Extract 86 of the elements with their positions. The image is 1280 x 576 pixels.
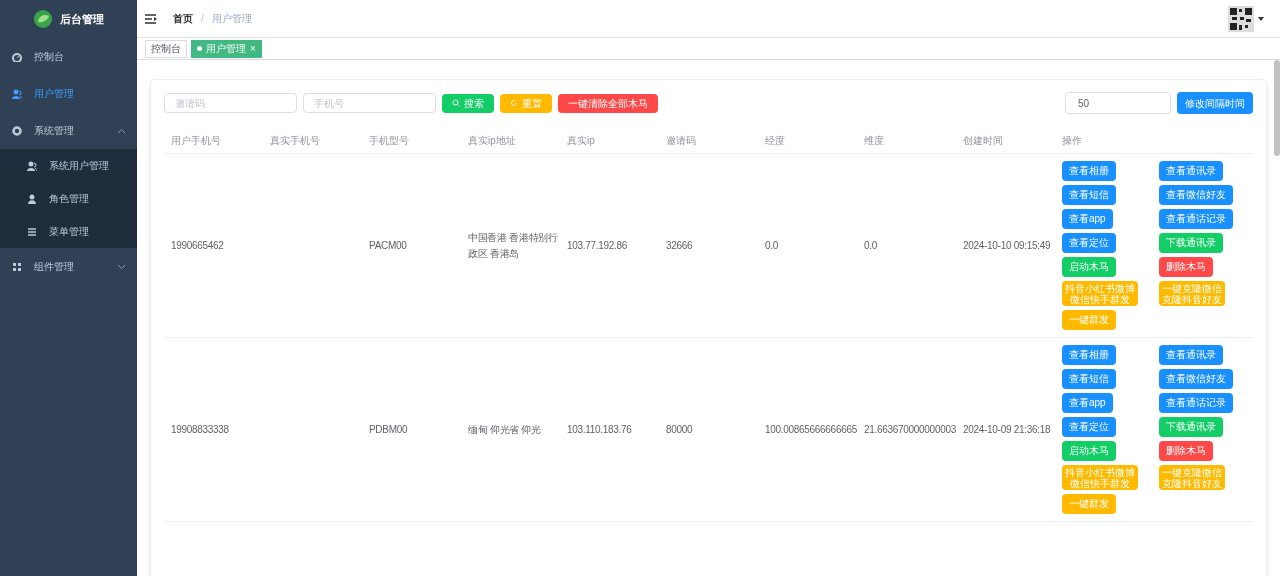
action-button[interactable]: 查看定位 xyxy=(1062,233,1116,253)
change-interval-button[interactable]: 修改间隔时间 xyxy=(1177,92,1253,114)
toolbar-button[interactable]: 一键清除全部木马 xyxy=(558,93,658,113)
grid-icon xyxy=(12,261,22,272)
breadcrumb-item[interactable]: 用户管理 xyxy=(211,11,252,26)
table-cell: 80000 xyxy=(666,423,693,435)
column-header: 用户手机号 xyxy=(171,134,222,148)
action-button[interactable]: 查看通讯录 xyxy=(1159,161,1223,181)
action-button[interactable]: 查看通话记录 xyxy=(1159,393,1233,413)
table-cell: 0.0 xyxy=(864,239,877,251)
table-cell: 2024-10-10 09:15:49 xyxy=(963,239,1051,251)
action-button[interactable]: 查看短信 xyxy=(1062,369,1116,389)
sidebar-item[interactable]: 用户管理 xyxy=(0,75,137,112)
table-cell: 103.77.192.86 xyxy=(567,239,628,251)
breadcrumb-separator: / xyxy=(201,12,204,26)
column-header: 创建时间 xyxy=(963,134,1004,148)
column-header: 手机型号 xyxy=(369,134,410,148)
person-icon xyxy=(27,193,37,204)
action-button[interactable]: 查看微信好友 xyxy=(1159,369,1233,389)
menu-icon[interactable] xyxy=(145,13,157,24)
table-cell: 2024-10-09 21:36:18 xyxy=(963,423,1051,435)
column-header: 经度 xyxy=(765,134,786,148)
tag-tab[interactable]: 用户管理 × xyxy=(191,39,262,58)
column-header: 维度 xyxy=(864,134,885,148)
submenu-item[interactable]: 角色管理 xyxy=(0,182,137,215)
chevron-icon xyxy=(118,264,125,269)
action-button[interactable]: 查看app xyxy=(1062,393,1113,413)
action-button[interactable]: 查看相册 xyxy=(1062,161,1116,181)
interval-field[interactable]: 50 xyxy=(1065,92,1171,114)
refresh-icon xyxy=(510,99,518,107)
users-icon xyxy=(27,160,37,171)
action-button[interactable]: 抖音小红书微博微信快手群发 xyxy=(1062,465,1138,490)
action-button[interactable]: 删除木马 xyxy=(1159,441,1213,461)
action-button[interactable]: 下载通讯录 xyxy=(1159,417,1223,437)
action-button[interactable]: 一键群发 xyxy=(1062,310,1116,330)
sidebar-item[interactable]: 组件管理 xyxy=(0,248,137,285)
action-button[interactable]: 查看微信好友 xyxy=(1159,185,1233,205)
app-title: 后台管理 xyxy=(59,11,104,27)
action-button[interactable]: 删除木马 xyxy=(1159,257,1213,277)
action-button[interactable]: 查看通话记录 xyxy=(1159,209,1233,229)
submenu-item[interactable]: 系统用户管理 xyxy=(0,149,137,182)
action-button[interactable]: 查看定位 xyxy=(1062,417,1116,437)
table-cell: 0.0 xyxy=(765,239,778,251)
action-button[interactable]: 一键克隆微信克隆抖音好友 xyxy=(1159,281,1225,306)
toolbar-button[interactable]: 搜索 xyxy=(442,93,494,113)
leaf-logo-icon xyxy=(33,10,52,28)
submenu-item[interactable]: 菜单管理 xyxy=(0,215,137,248)
column-header: 邀请码 xyxy=(666,134,697,148)
action-button[interactable]: 查看通讯录 xyxy=(1159,345,1223,365)
action-button[interactable]: 启动木马 xyxy=(1062,441,1116,461)
search-icon xyxy=(452,99,460,107)
table-cell: 100.00865666666665 xyxy=(765,423,857,435)
toolbar-button[interactable]: 重置 xyxy=(500,93,552,113)
action-button[interactable]: 一键克隆微信克隆抖音好友 xyxy=(1159,465,1225,490)
table-cell: 缅甸 仰光省 仰光 xyxy=(468,423,541,435)
column-header: 操作 xyxy=(1062,134,1083,148)
column-header: 真实手机号 xyxy=(270,134,321,148)
qr-code-avatar[interactable] xyxy=(1228,5,1254,32)
users-icon xyxy=(12,88,22,99)
tag-tab[interactable]: 控制台 xyxy=(145,39,187,58)
action-button[interactable]: 下载通讯录 xyxy=(1159,233,1223,253)
action-button[interactable]: 查看相册 xyxy=(1062,345,1116,365)
breadcrumb-item[interactable]: 首页 xyxy=(173,11,193,26)
action-button[interactable]: 一键群发 xyxy=(1062,494,1116,514)
table-cell: 21.663670000000003 xyxy=(864,423,956,435)
table-cell: 32666 xyxy=(666,239,693,251)
chevron-icon xyxy=(118,128,125,133)
action-button[interactable]: 启动木马 xyxy=(1062,257,1116,277)
action-button[interactable]: 查看短信 xyxy=(1062,185,1116,205)
scrollbar[interactable] xyxy=(1274,60,1280,156)
table-cell: 103.110.183.76 xyxy=(567,423,632,435)
caret-icon[interactable] xyxy=(1258,16,1264,21)
table-cell: PACM00 xyxy=(369,239,407,251)
action-button[interactable]: 查看app xyxy=(1062,209,1113,229)
table-cell: 1990665462 xyxy=(171,239,224,251)
sidebar-item[interactable]: 系统管理 xyxy=(0,112,137,149)
list-icon xyxy=(27,226,37,237)
column-header: 真实ip地址 xyxy=(468,134,517,148)
table-cell: 19908833338 xyxy=(171,423,229,435)
sidebar-item[interactable]: 控制台 xyxy=(0,38,137,75)
table-cell: 中国香港 香港特别行政区 香港岛 xyxy=(468,231,558,259)
action-button[interactable]: 抖音小红书微博微信快手群发 xyxy=(1062,281,1138,306)
gear-icon xyxy=(12,125,22,136)
column-header: 真实ip xyxy=(567,134,596,148)
dashboard-icon xyxy=(12,51,22,62)
table-cell: PDBM00 xyxy=(369,423,408,435)
